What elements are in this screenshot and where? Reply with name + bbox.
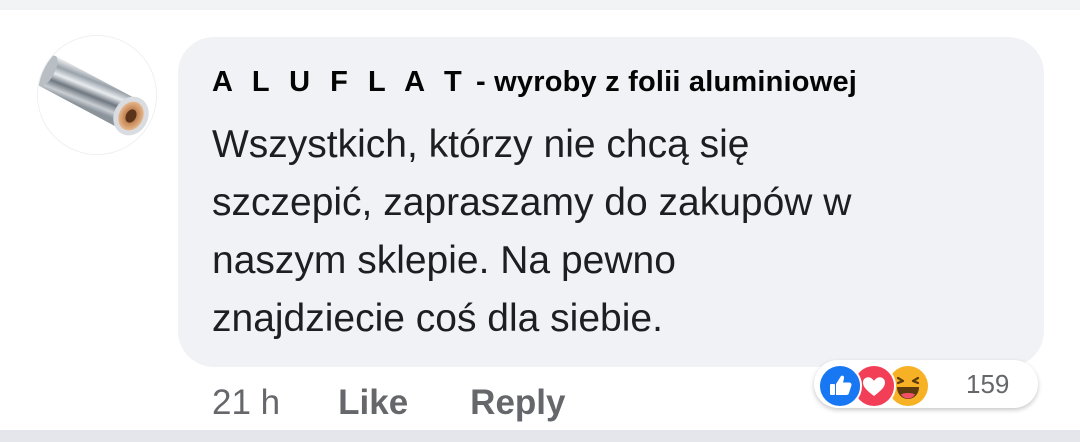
comment-actions: 21 h Like Reply [212, 378, 565, 428]
top-divider [0, 0, 1080, 10]
aluminum-foil-roll-icon [38, 36, 156, 154]
comment-author[interactable]: A L U F L A T - wyroby z folii aluminiow… [212, 66, 857, 99]
reactions-summary[interactable]: 159 [814, 360, 1038, 408]
comment-timestamp[interactable]: 21 h [212, 383, 280, 423]
like-button[interactable]: Like [338, 383, 408, 423]
bottom-divider [0, 430, 1080, 442]
avatar[interactable] [38, 36, 156, 154]
reaction-count[interactable]: 159 [966, 369, 1009, 400]
author-name-suffix[interactable]: - wyroby z folii aluminiowej [476, 66, 857, 98]
comment-text-line: naszym sklepie. Na pewno [212, 239, 676, 282]
comment-text-line: szczepić, zapraszamy do zakupów w [212, 181, 852, 224]
comment-screenshot: A L U F L A T - wyroby z folii aluminiow… [0, 0, 1080, 442]
reply-button[interactable]: Reply [470, 383, 565, 423]
like-reaction-icon [818, 364, 862, 408]
comment-text-line: znajdziecie coś dla siebie. [212, 297, 663, 340]
author-name[interactable]: A L U F L A T [212, 66, 468, 98]
comment-text: Wszystkich, którzy nie chcą się szczepić… [212, 116, 1032, 348]
comment-text-line: Wszystkich, którzy nie chcą się [212, 123, 750, 166]
